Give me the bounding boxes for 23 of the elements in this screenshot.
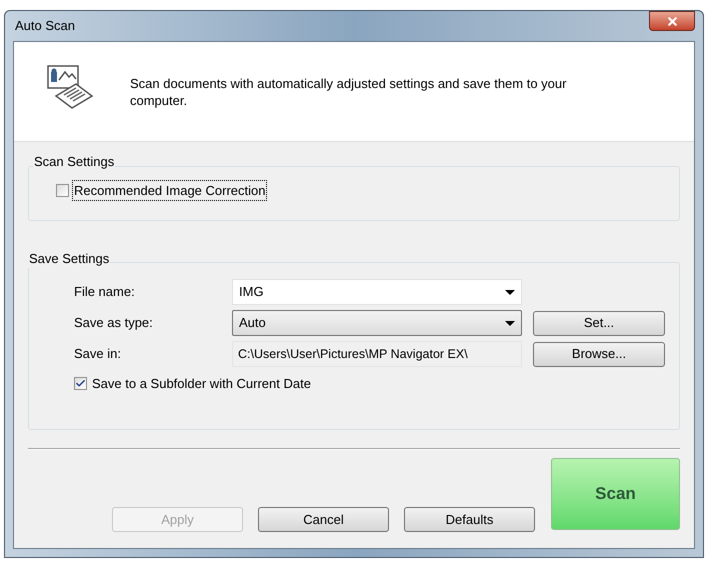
scanner-document-icon [46, 64, 94, 112]
field-label: Save as type: [74, 314, 154, 332]
checkbox-label[interactable]: Recommended Image Correction [73, 180, 266, 200]
checkbox[interactable] [74, 377, 87, 390]
description-text: Scan documents with automatically adjusted settings and save them to your computer. [130, 74, 568, 108]
button[interactable]: Cancel [258, 507, 389, 532]
type-dropdown[interactable]: Auto [232, 310, 522, 336]
dropdown-arrow-icon [505, 290, 515, 294]
field-label: File name: [74, 283, 136, 302]
checkbox-label[interactable]: Save to a Subfolder with Current Date [91, 374, 312, 394]
field-label: Save in: [74, 345, 122, 364]
check-icon [75, 378, 86, 390]
close-button[interactable] [649, 11, 695, 31]
button[interactable]: Defaults [404, 507, 535, 532]
save-path-field[interactable]: C:\Users\User\Pictures\MP Navigator EX\ [232, 341, 522, 367]
button[interactable]: Browse... [533, 342, 665, 366]
checkbox[interactable] [56, 184, 69, 197]
scan-button[interactable]: Scan [551, 458, 680, 530]
window-title: Auto Scan [14, 17, 75, 36]
file-name-combo[interactable]: IMG [232, 279, 522, 305]
dropdown-arrow-icon [505, 320, 515, 326]
close-icon [666, 14, 678, 28]
button[interactable]: Set... [533, 310, 665, 336]
